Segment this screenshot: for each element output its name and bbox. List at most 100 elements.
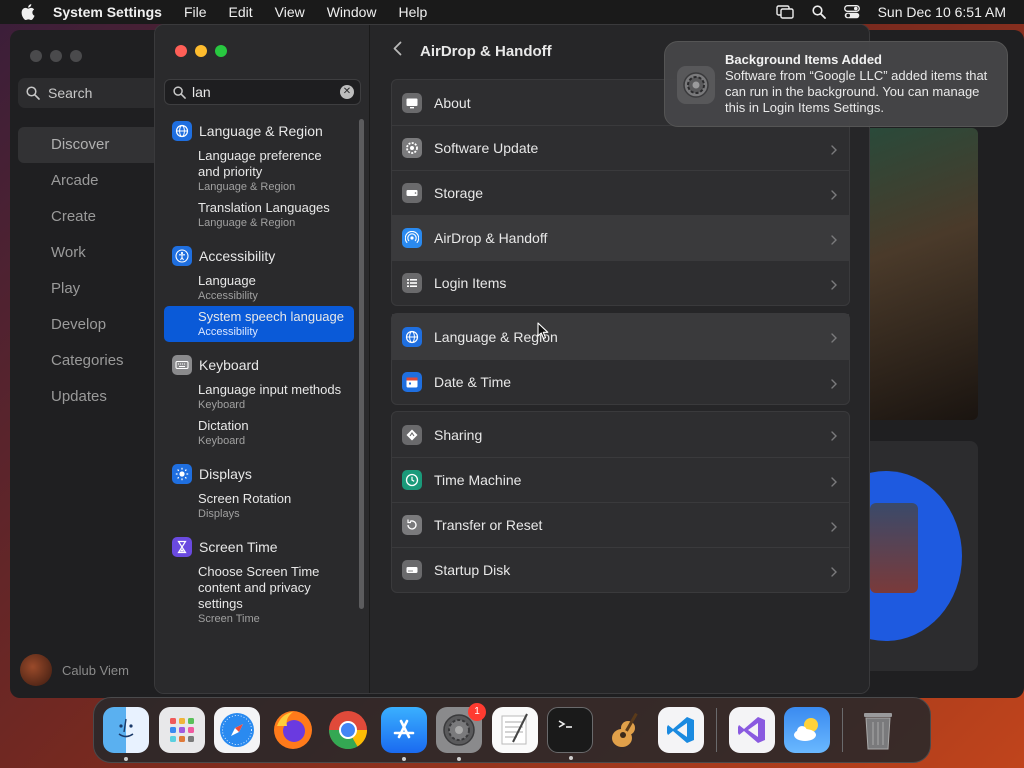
chevron-right-icon	[831, 474, 837, 490]
settings-row-storage[interactable]: Storage	[392, 170, 849, 215]
background-user-account[interactable]: Calub Viem	[20, 654, 129, 686]
background-nav-discover[interactable]: Discover	[18, 127, 168, 163]
settings-search-input[interactable]	[192, 84, 332, 100]
background-nav-arcade[interactable]: Arcade	[18, 163, 168, 199]
search-icon	[26, 86, 40, 100]
settings-card: Language & Region Date & Time	[391, 313, 850, 405]
search-result-item[interactable]: Dictation Keyboard	[164, 415, 354, 451]
search-result-source: Displays	[198, 508, 240, 520]
dock-safari-icon[interactable]	[214, 707, 260, 753]
settings-row-login-items[interactable]: Login Items	[392, 260, 849, 305]
result-group-accessibility[interactable]: Accessibility	[164, 242, 354, 270]
settings-row-sharing[interactable]: Sharing	[392, 412, 849, 457]
dock-trash-icon[interactable]	[855, 707, 901, 753]
settings-row-startup-disk[interactable]: Startup Disk	[392, 547, 849, 592]
disk-icon	[402, 560, 422, 580]
result-group-screen-time[interactable]: Screen Time	[164, 533, 354, 561]
dock-textedit-icon[interactable]	[491, 707, 538, 753]
dock-visual-studio-icon[interactable]	[728, 707, 775, 753]
dock-garageband-icon[interactable]	[603, 707, 649, 753]
minimize-window-button[interactable]	[195, 45, 207, 57]
apple-menu-icon[interactable]	[18, 2, 38, 22]
search-results-list: Language & Region Language preference and…	[164, 117, 354, 629]
settings-search-field[interactable]: ✕	[164, 79, 361, 105]
search-result-item[interactable]: Screen Rotation Displays	[164, 488, 354, 524]
search-result-item[interactable]: Language input methods Keyboard	[164, 379, 354, 415]
settings-row-label: Transfer or Reset	[434, 517, 543, 533]
settings-row-time-machine[interactable]: Time Machine	[392, 457, 849, 502]
search-result-source: Accessibility	[198, 326, 258, 338]
search-result-source: Keyboard	[198, 435, 246, 447]
back-chevron-icon[interactable]	[393, 41, 402, 61]
search-result-title: Screen Rotation	[198, 491, 292, 506]
settings-row-transfer-or-reset[interactable]: Transfer or Reset	[392, 502, 849, 547]
spotlight-search-icon[interactable]	[811, 5, 826, 19]
search-result-item[interactable]: Language preference and priority Language…	[164, 145, 354, 197]
dock-finder-icon[interactable]	[103, 707, 149, 761]
background-nav-develop[interactable]: Develop	[18, 307, 168, 343]
settings-row-label: AirDrop & Handoff	[434, 230, 548, 246]
background-search-field[interactable]: Search	[18, 78, 168, 108]
search-result-source: Language & Region	[198, 181, 296, 193]
background-nav-work[interactable]: Work	[18, 235, 168, 271]
menu-help[interactable]: Help	[399, 4, 428, 20]
dock-system-settings-icon[interactable]: 1	[436, 703, 486, 761]
search-result-source: Accessibility	[198, 290, 258, 302]
background-nav-create[interactable]: Create	[18, 199, 168, 235]
search-result-title: Language preference and priority	[198, 148, 322, 179]
globe-icon	[172, 121, 192, 141]
dock-firefox-icon[interactable]	[270, 707, 316, 753]
clear-search-icon[interactable]: ✕	[340, 85, 354, 99]
sidebar-scrollbar[interactable]	[359, 119, 364, 609]
settings-row-label: About	[434, 94, 471, 111]
chevron-right-icon	[831, 330, 837, 346]
hourglass-icon	[172, 537, 192, 557]
settings-row-label: Sharing	[434, 426, 483, 443]
dock-chrome-icon[interactable]	[325, 707, 371, 753]
dock-app-store-icon[interactable]	[380, 707, 427, 761]
settings-row-software-update[interactable]: Software Update	[392, 125, 849, 170]
settings-row-airdrop-handoff[interactable]: AirDrop & Handoff	[392, 215, 849, 260]
dock-launchpad-icon[interactable]	[158, 707, 205, 753]
window-controls	[175, 45, 227, 57]
search-result-item[interactable]: Translation Languages Language & Region	[164, 197, 354, 233]
background-featured-card[interactable]	[870, 441, 978, 671]
menu-view[interactable]: View	[275, 4, 305, 20]
dock-weather-icon[interactable]	[784, 707, 830, 753]
notification-banner[interactable]: Background Items Added Software from “Go…	[664, 41, 1008, 127]
result-group-keyboard[interactable]: Keyboard	[164, 351, 354, 379]
chevron-right-icon	[831, 428, 837, 444]
settings-row-language-region[interactable]: Language & Region	[392, 314, 849, 359]
search-result-title: Translation Languages	[198, 200, 330, 215]
search-result-item[interactable]: Language Accessibility	[164, 270, 354, 306]
display-icon	[402, 92, 422, 113]
control-center-icon[interactable]	[843, 5, 860, 19]
background-nav-updates[interactable]: Updates	[18, 379, 168, 415]
menu-window[interactable]: Window	[327, 4, 377, 20]
settings-row-label: Login Items	[434, 275, 507, 291]
settings-row-label: Storage	[434, 185, 484, 201]
accessibility-icon	[172, 246, 192, 266]
background-featured-image[interactable]	[870, 128, 978, 420]
screen-mirroring-icon[interactable]	[775, 5, 794, 19]
dock-terminal-icon[interactable]	[547, 707, 593, 760]
menu-app-name[interactable]: System Settings	[53, 4, 162, 20]
result-group-label: Keyboard	[199, 357, 259, 373]
settings-row-date-time[interactable]: Date & Time	[392, 359, 849, 404]
search-result-item[interactable]: Choose Screen Time content and privacy s…	[164, 561, 354, 629]
dock-separator	[841, 708, 843, 752]
search-result-item[interactable]: System speech language Accessibility	[164, 306, 354, 342]
menu-edit[interactable]: Edit	[229, 4, 253, 20]
result-group-language-region[interactable]: Language & Region	[164, 117, 354, 145]
menu-file[interactable]: File	[184, 4, 207, 20]
zoom-window-button[interactable]	[215, 45, 227, 57]
page-title: AirDrop & Handoff	[420, 42, 552, 60]
menu-clock[interactable]: Sun Dec 10 6:51 AM	[878, 4, 1006, 20]
background-nav-categories[interactable]: Categories	[18, 343, 168, 379]
chevron-right-icon	[831, 187, 837, 203]
background-nav-play[interactable]: Play	[18, 271, 168, 307]
keyboard-icon	[172, 355, 192, 375]
result-group-displays[interactable]: Displays	[164, 460, 354, 488]
dock-vscode-icon[interactable]	[658, 707, 704, 753]
close-window-button[interactable]	[175, 45, 187, 57]
